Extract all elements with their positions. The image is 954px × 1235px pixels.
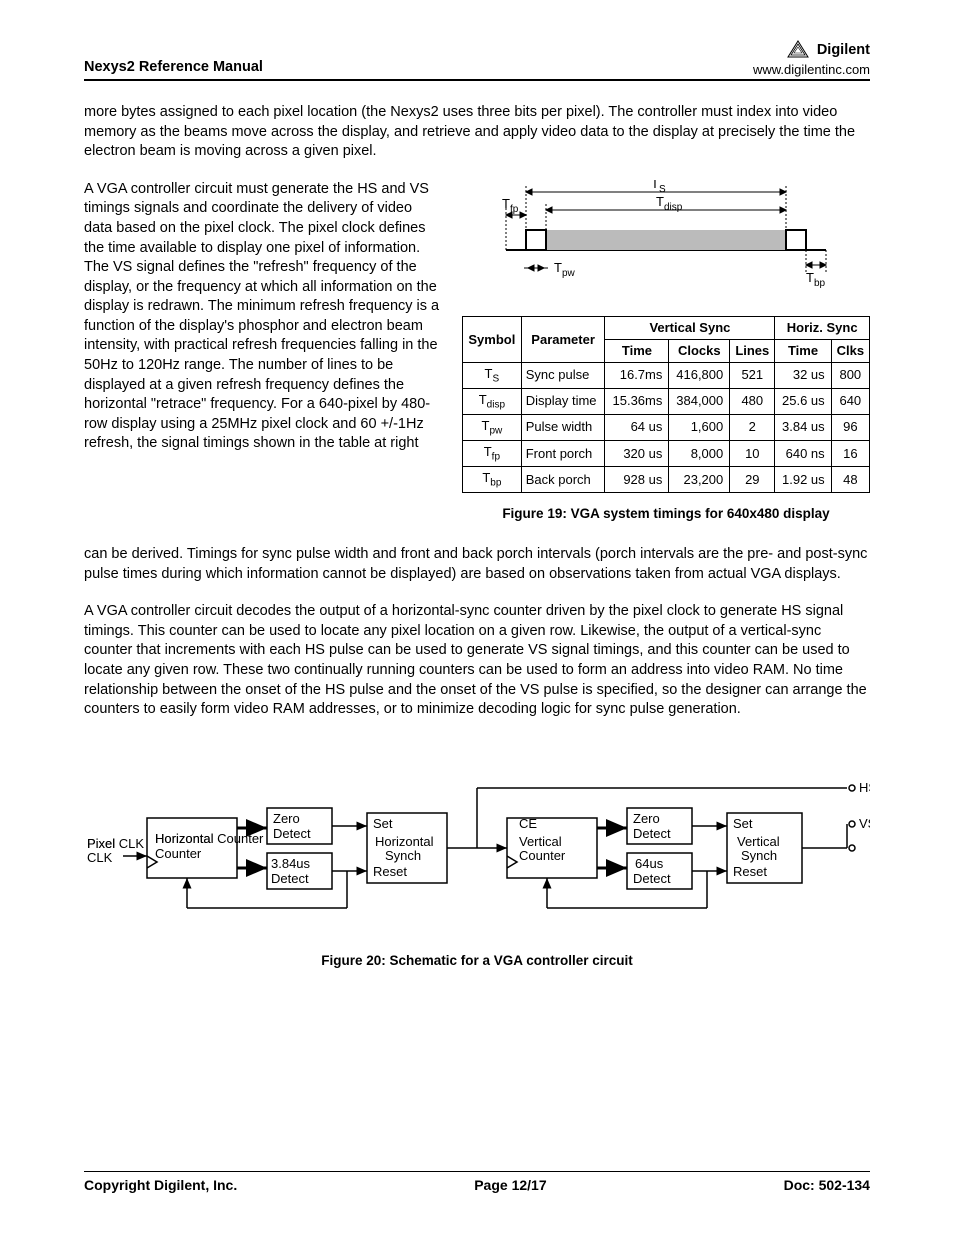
table-row: TpwPulse width64 us1,60023.84 us96 bbox=[463, 414, 870, 440]
svg-text:Vertical: Vertical bbox=[519, 834, 562, 849]
th-htime: Time bbox=[775, 339, 831, 362]
svg-text:CLK: CLK bbox=[87, 850, 113, 865]
svg-text:Tpw: Tpw bbox=[554, 260, 576, 279]
svg-text:Detect: Detect bbox=[633, 826, 671, 841]
timing-diagram: TS Tfp Tdisp bbox=[462, 180, 870, 300]
svg-text:HS: HS bbox=[859, 780, 870, 795]
th-lines: Lines bbox=[730, 339, 775, 362]
cell-param: Front porch bbox=[521, 440, 605, 466]
paragraph-4: A VGA controller circuit decodes the out… bbox=[84, 602, 870, 719]
cell-symbol: Tdisp bbox=[463, 388, 522, 414]
th-vtime: Time bbox=[605, 339, 669, 362]
cell-hclks: 16 bbox=[831, 440, 869, 466]
footer-page: Page 12/17 bbox=[474, 1176, 546, 1195]
cell-vclocks: 416,800 bbox=[669, 362, 730, 388]
th-symbol: Symbol bbox=[463, 317, 522, 362]
svg-text:Reset: Reset bbox=[733, 864, 767, 879]
svg-text:Zero: Zero bbox=[633, 811, 660, 826]
cell-vlines: 2 bbox=[730, 414, 775, 440]
cell-symbol: TS bbox=[463, 362, 522, 388]
th-clks: Clks bbox=[831, 339, 869, 362]
svg-text:Synch: Synch bbox=[741, 848, 777, 863]
cell-vclocks: 23,200 bbox=[669, 466, 730, 492]
svg-text:Set: Set bbox=[373, 816, 393, 831]
svg-text:Synch: Synch bbox=[385, 848, 421, 863]
svg-text:Counter: Counter bbox=[519, 848, 566, 863]
table-row: TdispDisplay time15.36ms384,00048025.6 u… bbox=[463, 388, 870, 414]
svg-text:Counter: Counter bbox=[155, 846, 202, 861]
svg-text:Detect: Detect bbox=[271, 871, 309, 886]
cell-symbol: Tpw bbox=[463, 414, 522, 440]
cell-symbol: Tbp bbox=[463, 466, 522, 492]
cell-param: Pulse width bbox=[521, 414, 605, 440]
svg-text:VS: VS bbox=[859, 816, 870, 831]
th-vsync: Vertical Sync bbox=[605, 317, 775, 340]
cell-htime: 640 ns bbox=[775, 440, 831, 466]
footer-copyright: Copyright Digilent, Inc. bbox=[84, 1176, 237, 1195]
figure-20-caption: Figure 20: Schematic for a VGA controlle… bbox=[84, 952, 870, 970]
cell-param: Display time bbox=[521, 388, 605, 414]
cell-vclocks: 8,000 bbox=[669, 440, 730, 466]
svg-text:Zero: Zero bbox=[273, 811, 300, 826]
cell-hclks: 48 bbox=[831, 466, 869, 492]
pixel-clk-label: Pixel bbox=[87, 836, 115, 851]
brand-name: Digilent bbox=[817, 42, 870, 58]
th-parameter: Parameter bbox=[521, 317, 605, 362]
controller-schematic: Pixel CLK CLK Pixel Horizontal Counter H… bbox=[84, 768, 870, 938]
cell-param: Sync pulse bbox=[521, 362, 605, 388]
svg-text:Set: Set bbox=[733, 816, 753, 831]
cell-vtime: 928 us bbox=[605, 466, 669, 492]
svg-text:Detect: Detect bbox=[633, 871, 671, 886]
svg-text:3.84us: 3.84us bbox=[271, 856, 311, 871]
cell-hclks: 800 bbox=[831, 362, 869, 388]
svg-text:Reset: Reset bbox=[373, 864, 407, 879]
figure-19-caption: Figure 19: VGA system timings for 640x48… bbox=[462, 505, 870, 523]
table-row: TfpFront porch320 us8,00010640 ns16 bbox=[463, 440, 870, 466]
cell-vlines: 29 bbox=[730, 466, 775, 492]
cell-hclks: 640 bbox=[831, 388, 869, 414]
brand-url: www.digilentinc.com bbox=[753, 62, 870, 78]
cell-htime: 1.92 us bbox=[775, 466, 831, 492]
table-row: TbpBack porch928 us23,200291.92 us48 bbox=[463, 466, 870, 492]
cell-vlines: 10 bbox=[730, 440, 775, 466]
cell-hclks: 96 bbox=[831, 414, 869, 440]
cell-htime: 32 us bbox=[775, 362, 831, 388]
doc-title: Nexys2 Reference Manual bbox=[84, 58, 263, 78]
cell-symbol: Tfp bbox=[463, 440, 522, 466]
cell-vlines: 521 bbox=[730, 362, 775, 388]
brand-block: Digilent www.digilentinc.com bbox=[753, 40, 870, 77]
page-header: Nexys2 Reference Manual Digilent www.dig… bbox=[84, 40, 870, 81]
cell-vlines: 480 bbox=[730, 388, 775, 414]
footer-doc: Doc: 502-134 bbox=[784, 1176, 870, 1195]
table-row: TSSync pulse16.7ms416,80052132 us800 bbox=[463, 362, 870, 388]
cell-htime: 3.84 us bbox=[775, 414, 831, 440]
th-hsync: Horiz. Sync bbox=[775, 317, 870, 340]
timing-table: Symbol Parameter Vertical Sync Horiz. Sy… bbox=[462, 316, 870, 493]
svg-text:Detect: Detect bbox=[273, 826, 311, 841]
svg-text:Horizontal: Horizontal bbox=[155, 831, 214, 846]
paragraph-1: more bytes assigned to each pixel locati… bbox=[84, 103, 870, 162]
cell-param: Back porch bbox=[521, 466, 605, 492]
cell-vclocks: 384,000 bbox=[669, 388, 730, 414]
th-clocks: Clocks bbox=[669, 339, 730, 362]
svg-text:64us: 64us bbox=[635, 856, 664, 871]
cell-htime: 25.6 us bbox=[775, 388, 831, 414]
svg-text:Tbp: Tbp bbox=[806, 270, 826, 289]
cell-vclocks: 1,600 bbox=[669, 414, 730, 440]
cell-vtime: 16.7ms bbox=[605, 362, 669, 388]
cell-vtime: 64 us bbox=[605, 414, 669, 440]
paragraph-2: A VGA controller circuit must generate t… bbox=[84, 180, 444, 454]
digilent-logo-icon bbox=[787, 40, 809, 62]
svg-text:Tfp: Tfp bbox=[502, 196, 519, 215]
cell-vtime: 320 us bbox=[605, 440, 669, 466]
paragraph-3: can be derived. Timings for sync pulse w… bbox=[84, 545, 870, 584]
page-footer: Copyright Digilent, Inc. Page 12/17 Doc:… bbox=[84, 1171, 870, 1195]
cell-vtime: 15.36ms bbox=[605, 388, 669, 414]
svg-text:CE: CE bbox=[519, 816, 537, 831]
svg-text:Vertical: Vertical bbox=[737, 834, 780, 849]
svg-text:TS: TS bbox=[651, 180, 666, 195]
svg-text:Horizontal: Horizontal bbox=[375, 834, 434, 849]
